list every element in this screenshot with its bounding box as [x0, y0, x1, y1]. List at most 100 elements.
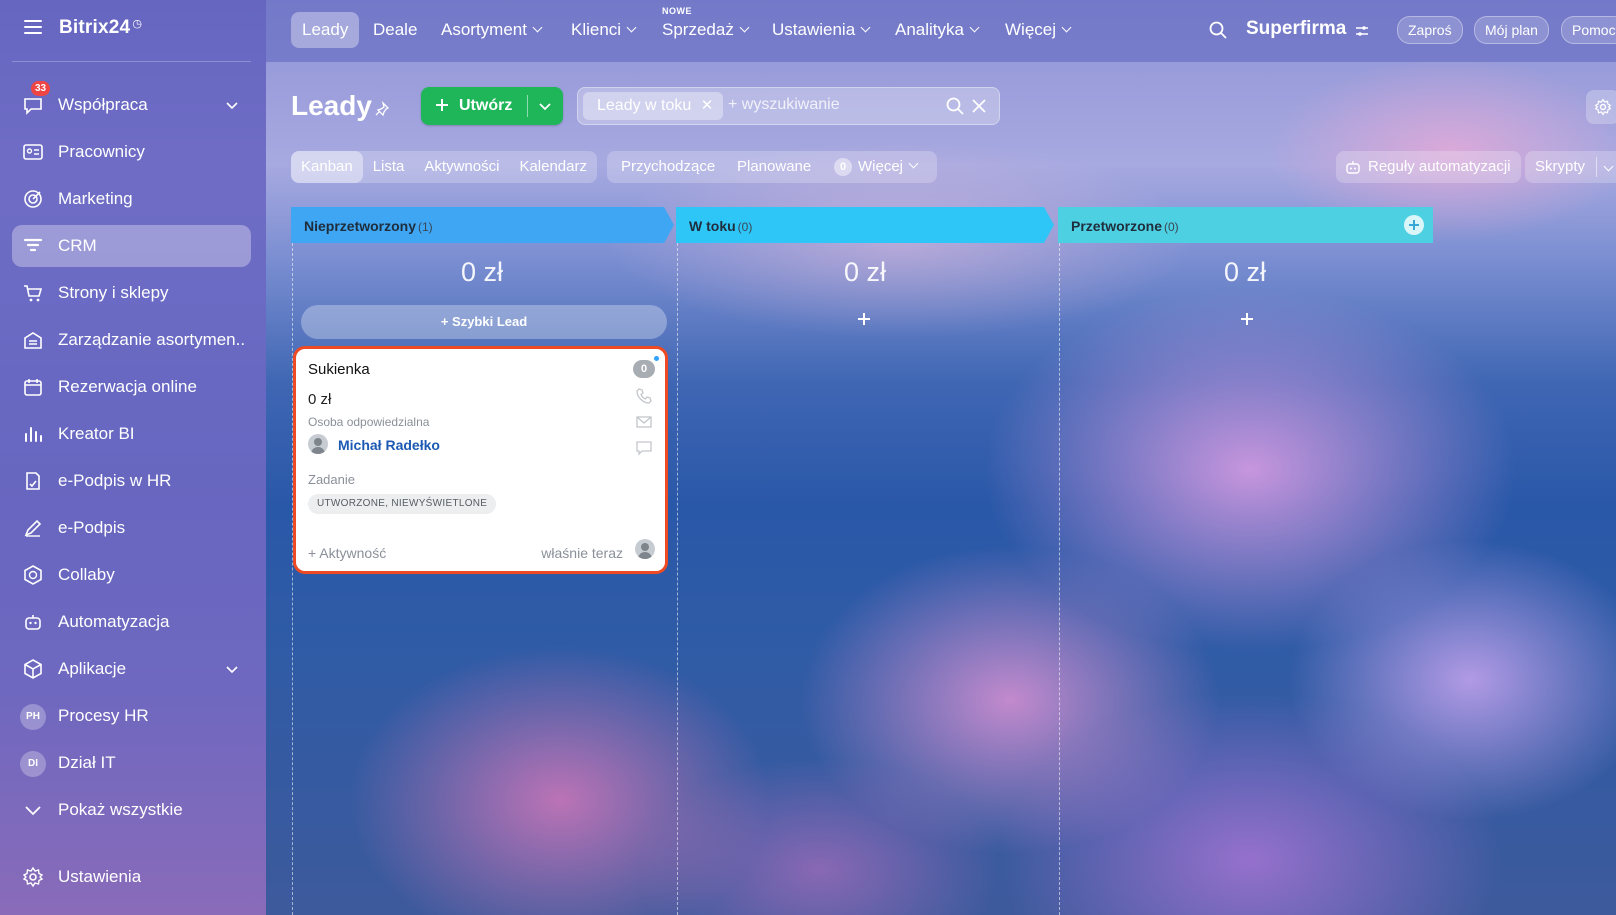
clock-icon: ◷	[132, 18, 143, 30]
sidebar-item-asortyment[interactable]: Zarządzanie asortymen...	[12, 319, 251, 361]
sliders-icon[interactable]	[1355, 24, 1369, 38]
sidebar-item-pracownicy[interactable]: Pracownicy	[12, 131, 251, 173]
sidebar-item-collaby[interactable]: Collaby	[12, 554, 251, 596]
view-tab-kanban[interactable]: Kanban	[291, 151, 363, 183]
counter-badge: 0	[834, 158, 852, 176]
sidebar-item-crm[interactable]: CRM	[12, 225, 251, 267]
add-item-icon[interactable]	[857, 312, 871, 326]
tab-ustawienia[interactable]: Ustawienia	[761, 12, 880, 48]
chevron-down-icon[interactable]	[539, 100, 551, 112]
search-input[interactable]: + wyszukiwanie	[728, 96, 840, 114]
my-plan-button[interactable]: Mój plan	[1474, 16, 1549, 44]
pen-icon	[24, 519, 42, 537]
create-button-label: Utwórz	[459, 97, 513, 114]
tab-label: Ustawienia	[772, 20, 856, 39]
chat-icon[interactable]	[635, 439, 653, 457]
lead-card[interactable]: Sukienka 0 0 zł Osoba odpowiedzialna Mic…	[293, 346, 668, 574]
column-header-nieprzetworzony[interactable]: Nieprzetworzony (1)	[291, 207, 674, 243]
sidebar-show-all[interactable]: Pokaż wszystkie	[12, 789, 251, 831]
chevron-down-icon[interactable]	[1603, 161, 1614, 172]
sidebar-item-epodpis[interactable]: e-Podpis	[12, 507, 251, 549]
invite-button[interactable]: Zaproś	[1397, 16, 1463, 44]
create-button[interactable]: Utwórz	[421, 87, 563, 125]
sidebar-item-label: Pokaż wszystkie	[58, 800, 183, 819]
app-logo-text: Bitrix24	[59, 17, 131, 38]
avatar	[308, 434, 328, 454]
sidebar-item-label: Pracownicy	[58, 142, 145, 161]
cube-icon	[24, 659, 42, 679]
tab-asortyment[interactable]: Asortyment	[430, 12, 552, 48]
sidebar-item-aplikacje[interactable]: Aplikacje	[12, 648, 251, 690]
close-icon[interactable]: ✕	[701, 92, 714, 120]
card-title[interactable]: Sukienka	[308, 361, 370, 378]
responsible-person-link[interactable]: Michał Radełko	[338, 437, 440, 453]
sidebar-item-strony[interactable]: Strony i sklepy	[12, 272, 251, 314]
tab-analityka[interactable]: Analityka	[884, 12, 989, 48]
counter-incoming[interactable]: Przychodzące	[621, 151, 715, 183]
activity-counters: Przychodzące Planowane 0 Więcej	[607, 151, 937, 183]
sidebar-item-procesy-hr[interactable]: PH Procesy HR	[12, 695, 251, 737]
pin-icon[interactable]	[374, 101, 390, 117]
view-tab-kalendarz[interactable]: Kalendarz	[509, 151, 597, 183]
search-icon[interactable]	[1208, 20, 1228, 40]
column-header-w-toku[interactable]: W toku (0)	[676, 207, 1054, 243]
settings-button[interactable]	[1586, 90, 1616, 124]
tab-label: Sprzedaż	[662, 20, 734, 39]
tab-label: Asortyment	[441, 20, 527, 39]
automation-rules-button[interactable]: Reguły automatyzacji	[1336, 151, 1521, 183]
add-column-icon[interactable]	[1404, 215, 1424, 235]
responsible-label: Osoba odpowiedzialna	[308, 415, 430, 429]
notification-badge: 33	[31, 81, 51, 96]
sidebar-item-dzial-it[interactable]: DI Dział IT	[12, 742, 251, 784]
quick-lead-button[interactable]: + Szybki Lead	[301, 305, 667, 339]
filter-search-box[interactable]: Leady w toku ✕ + wyszukiwanie	[577, 87, 1000, 125]
sidebar-settings[interactable]: Ustawienia	[12, 856, 251, 898]
add-item-icon[interactable]	[1240, 312, 1254, 326]
initials-avatar: PH	[20, 704, 46, 730]
search-icon[interactable]	[945, 96, 965, 116]
chevron-down-icon	[626, 22, 637, 33]
sidebar-item-label: Współpraca	[58, 95, 148, 114]
robot-icon	[25, 615, 41, 630]
tab-label: Klienci	[571, 20, 622, 39]
tab-sprzedaz[interactable]: Sprzedaż	[651, 12, 759, 48]
chevron-down-icon	[25, 806, 41, 816]
view-tab-aktywnosci[interactable]: Aktywności	[414, 151, 509, 183]
counter-more[interactable]: Więcej	[858, 151, 919, 183]
sidebar-item-label: Aplikacje	[58, 659, 127, 678]
column-title-text: Nieprzetworzony	[304, 218, 417, 234]
filter-chip[interactable]: Leady w toku ✕	[583, 92, 724, 120]
sidebar-item-automatyzacja[interactable]: Automatyzacja	[12, 601, 251, 643]
clear-icon[interactable]	[971, 98, 987, 114]
column-count: (0)	[737, 220, 753, 234]
app-logo[interactable]: Bitrix24 ◷	[59, 17, 142, 39]
calendar-icon	[24, 379, 42, 396]
counter-planned[interactable]: Planowane	[737, 151, 811, 183]
add-activity-link[interactable]: + Aktywność	[308, 545, 386, 561]
sidebar-item-kreator-bi[interactable]: Kreator BI	[12, 413, 251, 455]
tab-deale[interactable]: Deale	[362, 12, 428, 48]
filter-chip-label: Leady w toku	[597, 97, 692, 114]
phone-icon[interactable]	[635, 387, 653, 405]
sidebar-item-label: Automatyzacja	[58, 612, 170, 631]
tab-wiecej[interactable]: Więcej	[994, 12, 1081, 48]
menu-icon[interactable]	[24, 20, 42, 34]
scripts-button[interactable]: Skrypty	[1525, 151, 1616, 183]
tab-leady[interactable]: Leady	[291, 12, 360, 48]
counter-more-label: Więcej	[858, 158, 904, 175]
sidebar-item-marketing[interactable]: Marketing	[12, 178, 251, 220]
sidebar-item-rezerwacja[interactable]: Rezerwacja online	[12, 366, 251, 408]
sidebar-item-wspolpraca[interactable]: 33 Współpraca	[12, 81, 251, 126]
chevron-down-icon	[226, 666, 238, 674]
view-tab-lista[interactable]: Lista	[363, 151, 415, 183]
sidebar-item-label: e-Podpis w HR	[58, 471, 172, 490]
mail-icon[interactable]	[635, 413, 653, 431]
company-name[interactable]: Superfirma	[1246, 18, 1346, 40]
column-sum: 0 zł	[460, 257, 504, 287]
column-title: W toku (0)	[689, 218, 752, 234]
column-header-przetworzone[interactable]: Przetworzone (0)	[1058, 207, 1433, 243]
sidebar-item-label: Kreator BI	[58, 424, 135, 443]
sidebar-item-epodpis-hr[interactable]: e-Podpis w HR	[12, 460, 251, 502]
tab-klienci[interactable]: Klienci	[560, 12, 646, 48]
help-button[interactable]: Pomoc	[1561, 16, 1616, 44]
